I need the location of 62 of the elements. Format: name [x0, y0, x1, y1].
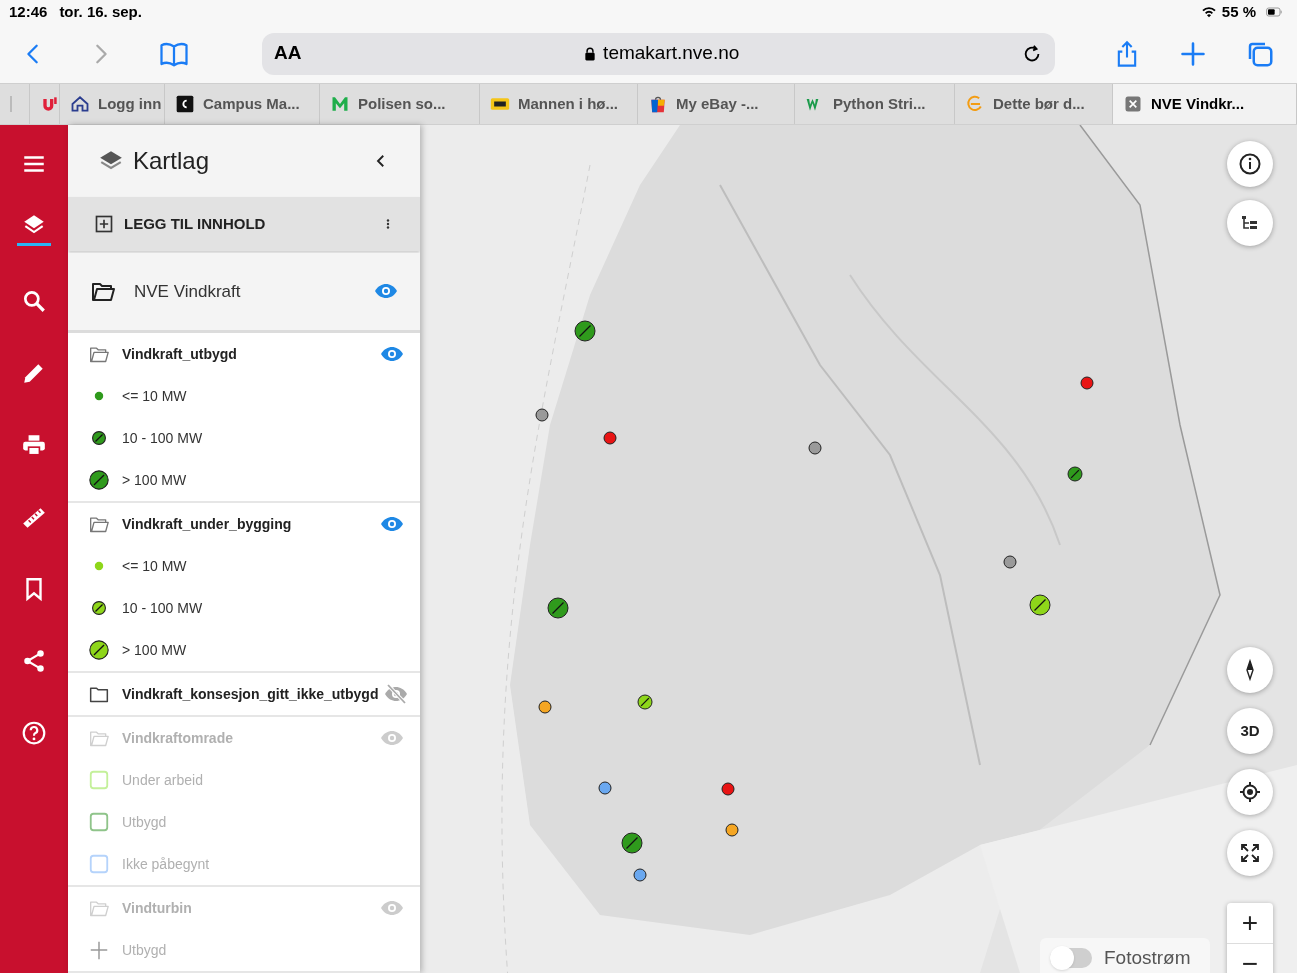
letter-m-icon	[330, 94, 350, 114]
legend-label: > 100 MW	[122, 470, 187, 490]
date-text: tor. 16. sep.	[59, 1, 142, 22]
map-marker[interactable]	[1003, 555, 1017, 569]
toggle-switch[interactable]	[1050, 948, 1092, 968]
map-marker[interactable]	[574, 320, 596, 342]
url-text: temakart.nve.no	[603, 41, 740, 66]
layer-name: NVE Vindkraft	[134, 280, 242, 303]
map-marker[interactable]	[808, 441, 822, 455]
layer-name: Vindkraftomrade	[122, 728, 234, 748]
locate-icon	[1238, 780, 1262, 804]
map-marker[interactable]	[633, 868, 647, 882]
close-icon	[1123, 94, 1143, 114]
legend-label: > 100 MW	[122, 640, 187, 660]
search-icon	[21, 288, 47, 314]
browser-tab[interactable]: NVE Vindkr...	[1113, 84, 1297, 124]
plus-box-icon	[94, 214, 114, 235]
clock-time: 12:46	[9, 1, 48, 22]
legend-label: Utbygd	[122, 812, 167, 832]
legend-label: 10 - 100 MW	[122, 598, 203, 618]
layer-name: Vindkraft_under_bygging	[122, 514, 293, 534]
house-icon	[70, 94, 90, 114]
legend-label: 10 - 100 MW	[122, 428, 203, 448]
share-icon	[21, 648, 47, 674]
legend-label: <= 10 MW	[122, 556, 187, 576]
map-marker[interactable]	[538, 700, 552, 714]
help-icon	[21, 720, 47, 746]
shopping-bag-icon	[648, 94, 668, 114]
folder-icon	[88, 684, 110, 704]
square-logo-icon	[175, 94, 195, 114]
legend-label: Ikke påbegynt	[122, 854, 210, 874]
layer-name: Vindturbin	[122, 898, 193, 918]
tab-edge-icon	[10, 96, 12, 112]
legend-label: Utbygd	[122, 940, 167, 960]
address-bar[interactable]: AA temakart.nve.no	[262, 32, 1055, 75]
add-content-button[interactable]: LEGG TIL INNHOLD	[68, 197, 420, 251]
zoom-button[interactable]: −	[1227, 943, 1273, 973]
toggle-label: Fotostrøm	[1104, 945, 1191, 970]
map-marker[interactable]	[725, 823, 739, 837]
map-marker[interactable]	[535, 408, 549, 422]
panel-title: Kartlag	[133, 146, 210, 177]
legend-label: Under arbeid	[122, 770, 203, 790]
info-icon	[1238, 152, 1262, 176]
text-size-button[interactable]: AA	[274, 39, 302, 68]
map-marker[interactable]	[1029, 594, 1051, 616]
map-marker[interactable]	[721, 782, 735, 796]
battery-percent: 55 %	[1221, 1, 1256, 22]
map-marker[interactable]	[637, 694, 653, 710]
map-marker[interactable]	[547, 597, 569, 619]
map-marker[interactable]	[1067, 466, 1083, 482]
legend-label: <= 10 MW	[122, 386, 187, 406]
map-marker[interactable]	[603, 431, 617, 445]
layer-name: Vindkraft_utbygd	[122, 344, 238, 364]
map-marker[interactable]	[621, 832, 643, 854]
letter-u-icon	[40, 94, 60, 114]
map-marker[interactable]	[598, 781, 612, 795]
layer-name: Vindkraft_konsesjon_gitt_ikke_utbygd	[122, 684, 379, 704]
zoom-button[interactable]: +	[1227, 903, 1273, 943]
new-tab-icon[interactable]	[1179, 39, 1207, 68]
turbine-icon	[88, 939, 110, 961]
expand-icon	[1238, 841, 1262, 865]
map-marker[interactable]	[1080, 376, 1094, 390]
